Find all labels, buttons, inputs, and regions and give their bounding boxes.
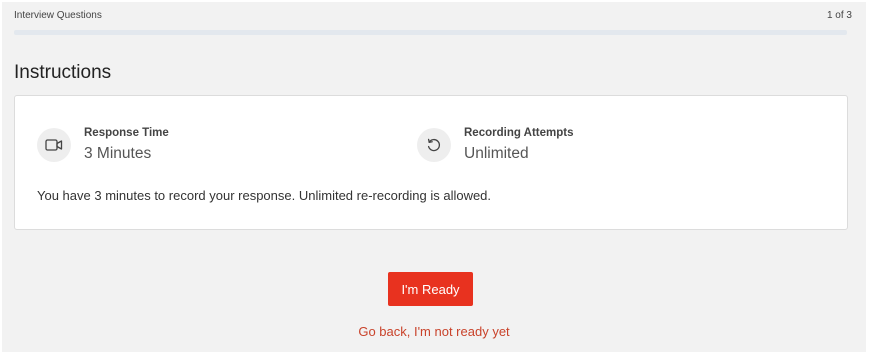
go-back-link[interactable]: Go back, I'm not ready yet xyxy=(2,324,866,339)
instructions-card: Response Time 3 Minutes Recording Attemp… xyxy=(14,95,848,230)
section-title: Instructions xyxy=(14,62,112,83)
response-time-value: 3 Minutes xyxy=(84,145,152,162)
response-time-label: Response Time xyxy=(84,127,169,139)
interview-page: Interview Questions 1 of 3 Instructions … xyxy=(2,2,866,352)
go-back-link-label[interactable]: Go back, I'm not ready yet xyxy=(358,324,509,339)
recording-attempts-value: Unlimited xyxy=(464,145,529,162)
ready-button[interactable]: I'm Ready xyxy=(388,272,473,306)
page-title: Interview Questions xyxy=(14,10,102,21)
response-time-text: Response Time 3 Minutes xyxy=(84,126,169,163)
recording-attempts-text: Recording Attempts Unlimited xyxy=(464,126,573,163)
retry-icon xyxy=(417,128,451,162)
video-camera-icon xyxy=(37,128,71,162)
recording-attempts-label: Recording Attempts xyxy=(464,127,574,139)
instructions-description: You have 3 minutes to record your respon… xyxy=(37,188,492,203)
top-bar: Interview Questions 1 of 3 xyxy=(14,10,852,24)
question-counter: 1 of 3 xyxy=(826,10,852,21)
progress-bar xyxy=(14,30,847,35)
